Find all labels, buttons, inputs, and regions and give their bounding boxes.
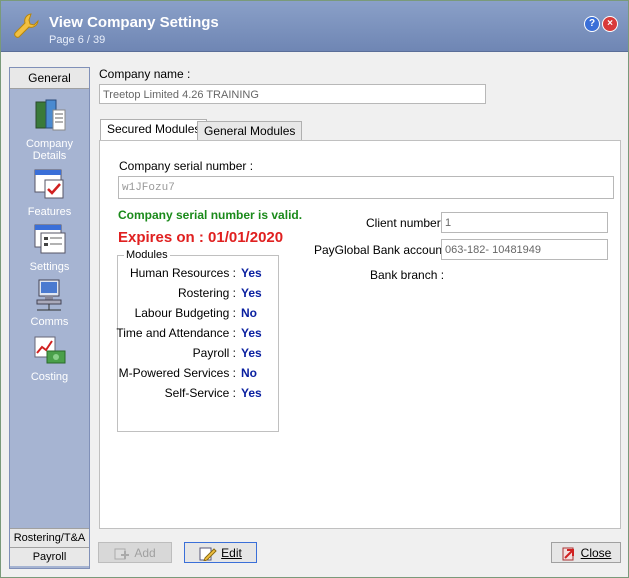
title-bar: View Company Settings Page 6 / 39 ? × <box>1 1 628 52</box>
costing-icon <box>34 336 65 364</box>
company-name-label: Company name : <box>99 67 191 81</box>
close-icon[interactable]: × <box>602 16 618 32</box>
list-item: Time and Attendance : Yes <box>116 326 262 340</box>
secured-modules-panel: Company serial number : w1JFozu7 Company… <box>99 140 621 529</box>
bank-account-label: PayGlobal Bank account : <box>314 243 453 257</box>
window-title: View Company Settings <box>49 14 219 31</box>
close-button[interactable]: Close <box>551 542 621 563</box>
list-item: Labour Budgeting : No <box>134 306 257 320</box>
sidebar-item-label: Company Details <box>25 138 74 162</box>
sidebar: General Company Details Features Setting… <box>9 67 90 569</box>
list-item: M-Powered Services : No <box>118 366 257 380</box>
sidebar-item-comms[interactable]: Comms <box>10 278 89 328</box>
list-item: Self-Service : Yes <box>164 386 262 400</box>
sidebar-item-features[interactable]: Features <box>10 168 89 218</box>
company-icon <box>35 99 65 131</box>
edit-icon <box>199 547 217 562</box>
company-name-field[interactable]: Treetop Limited 4.26 TRAINING <box>99 84 486 104</box>
list-item: Payroll : Yes <box>192 346 262 360</box>
sidebar-tab-payroll[interactable]: Payroll <box>10 547 89 566</box>
comms-icon <box>36 279 61 311</box>
bank-account-field[interactable]: 063-182- 10481949 <box>441 239 608 260</box>
bank-branch-label: Bank branch : <box>370 268 445 282</box>
modules-title: Modules <box>124 249 170 261</box>
sidebar-item-settings[interactable]: Settings <box>10 223 89 273</box>
add-button[interactable]: Add <box>98 542 172 563</box>
client-number-field[interactable]: 1 <box>441 212 608 233</box>
sidebar-item-label: Settings <box>29 261 70 273</box>
tab-general-modules[interactable]: General Modules <box>197 121 303 141</box>
sidebar-item-label: Features <box>27 206 72 218</box>
serial-number-label: Company serial number : <box>119 159 254 173</box>
list-item: Rostering : Yes <box>177 286 262 300</box>
sidebar-item-company-details[interactable]: Company Details <box>10 98 89 162</box>
main-content: Company name : Treetop Limited 4.26 TRAI… <box>91 57 621 529</box>
expiry-date: Expires on : 01/01/2020 <box>118 229 284 246</box>
add-icon <box>114 548 130 560</box>
sidebar-item-label: Comms <box>30 316 69 328</box>
features-icon <box>34 169 63 199</box>
wrench-icon <box>14 13 39 38</box>
sidebar-item-costing[interactable]: Costing <box>10 333 89 383</box>
serial-valid-message: Company serial number is valid. <box>118 208 303 222</box>
tab-secured-modules[interactable]: Secured Modules <box>100 119 208 141</box>
sidebar-tab-general[interactable]: General <box>10 68 89 89</box>
settings-window: View Company Settings Page 6 / 39 ? × Ge… <box>0 0 629 578</box>
settings-icon <box>34 224 65 254</box>
serial-number-field[interactable]: w1JFozu7 <box>118 176 614 199</box>
client-number-label: Client number : <box>366 216 448 230</box>
list-item: Human Resources : Yes <box>129 266 262 280</box>
sidebar-item-label: Costing <box>30 371 69 383</box>
page-indicator: Page 6 / 39 <box>49 34 106 46</box>
edit-button[interactable]: Edit <box>184 542 257 563</box>
modules-group: Modules Human Resources : Yes Rostering … <box>116 249 279 432</box>
help-icon[interactable]: ? <box>584 16 600 32</box>
sidebar-tab-rostering[interactable]: Rostering/T&A <box>10 528 89 547</box>
close-door-icon <box>562 547 574 561</box>
